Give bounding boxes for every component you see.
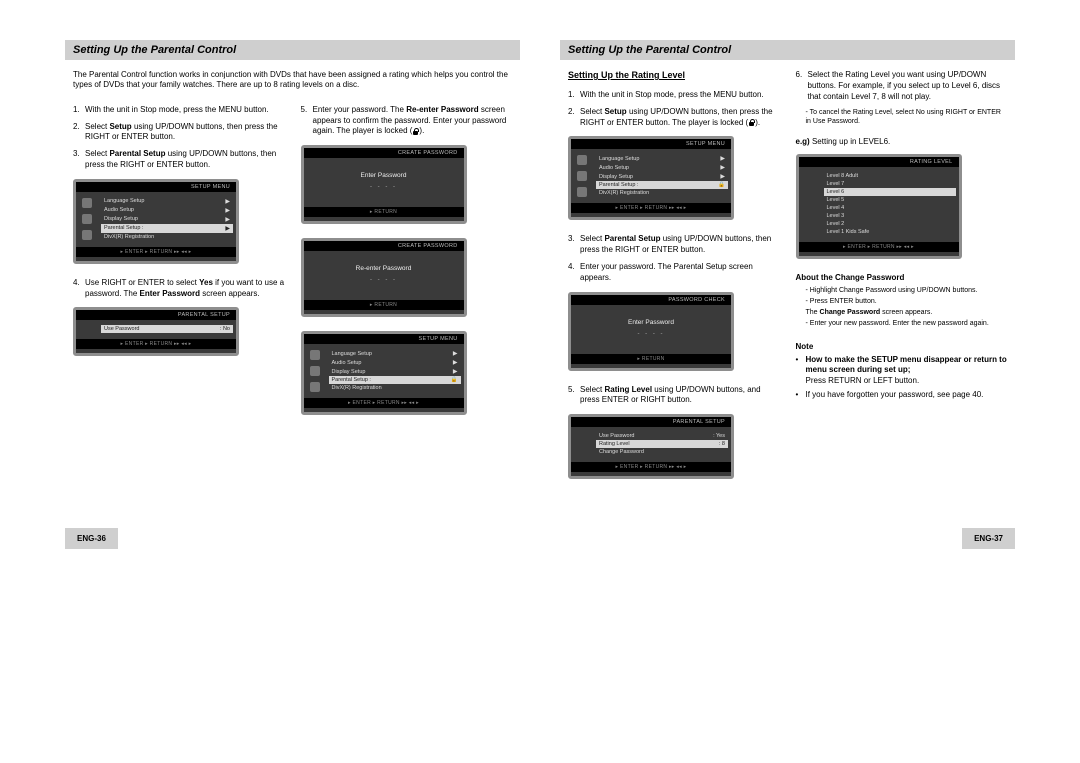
lock-icon — [412, 128, 419, 135]
about-change-password: About the Change Password — [796, 273, 1008, 282]
left-col-a: 1.With the unit in Stop mode, press the … — [73, 105, 285, 429]
page-number-left: ENG-36 — [65, 528, 118, 549]
r-step-5: Select Rating Level using UP/DOWN button… — [580, 385, 780, 407]
figure-rating-level-list: RATING LEVEL Level 8 Adult Level 7 Level… — [796, 154, 1008, 259]
figure-setup-menu: SETUP MENU Language Setup▶ Audio Setup▶ … — [73, 179, 285, 264]
r-step-4: Enter your password. The Parental Setup … — [580, 262, 780, 284]
step-5: Enter your password. The Re-enter Passwo… — [313, 105, 513, 137]
intro-text: The Parental Control function works in c… — [73, 70, 512, 91]
r-step-3: Select Parental Setup using UP/DOWN butt… — [580, 234, 780, 256]
left-col-b: 5.Enter your password. The Re-enter Pass… — [301, 105, 513, 429]
step-1: With the unit in Stop mode, press the ME… — [85, 105, 285, 116]
page-left: Setting Up the Parental Control The Pare… — [65, 40, 520, 493]
step-2: Select Setup using UP/DOWN buttons, then… — [85, 122, 285, 144]
page-right: Setting Up the Parental Control Setting … — [560, 40, 1015, 493]
subhead-rating: Setting Up the Rating Level — [568, 70, 780, 80]
figure-use-password: PARENTAL SETUP Use Password: No ▸ ENTER … — [73, 307, 285, 356]
figure-password-check: PASSWORD CHECK Enter Password- - - - ▸ R… — [568, 292, 780, 371]
figure-reenter-password: CREATE PASSWORD Re-enter Password- - - -… — [301, 238, 513, 317]
page-title-left: Setting Up the Parental Control — [65, 40, 520, 60]
right-col-b: 6.Select the Rating Level you want using… — [796, 70, 1008, 493]
r-step-6: Select the Rating Level you want using U… — [808, 70, 1008, 102]
page-number-right: ENG-37 — [962, 528, 1015, 549]
figure-menu-locked: SETUP MENU Language Setup▶ Audio Setup▶ … — [301, 331, 513, 415]
r-step-2: Select Setup using UP/DOWN buttons, then… — [580, 107, 780, 129]
note-heading: Note — [796, 342, 1008, 351]
step-3: Select Parental Setup using UP/DOWN butt… — [85, 149, 285, 171]
figure-rating-setup: PARENTAL SETUP Use Password: Yes Rating … — [568, 414, 780, 479]
figure-enter-password: CREATE PASSWORD Enter Password- - - - ▸ … — [301, 145, 513, 224]
figure-setup-menu-2: SETUP MENU Language Setup▶ Audio Setup▶ … — [568, 136, 780, 220]
cancel-note: - To cancel the Rating Level, select No … — [806, 108, 1008, 126]
page-title-right: Setting Up the Parental Control — [560, 40, 1015, 60]
right-col-a: Setting Up the Rating Level 1.With the u… — [568, 70, 780, 493]
step-4: Use RIGHT or ENTER to select Yes if you … — [85, 278, 285, 300]
r-step-1: With the unit in Stop mode, press the ME… — [580, 90, 780, 101]
lock-icon — [748, 119, 755, 126]
